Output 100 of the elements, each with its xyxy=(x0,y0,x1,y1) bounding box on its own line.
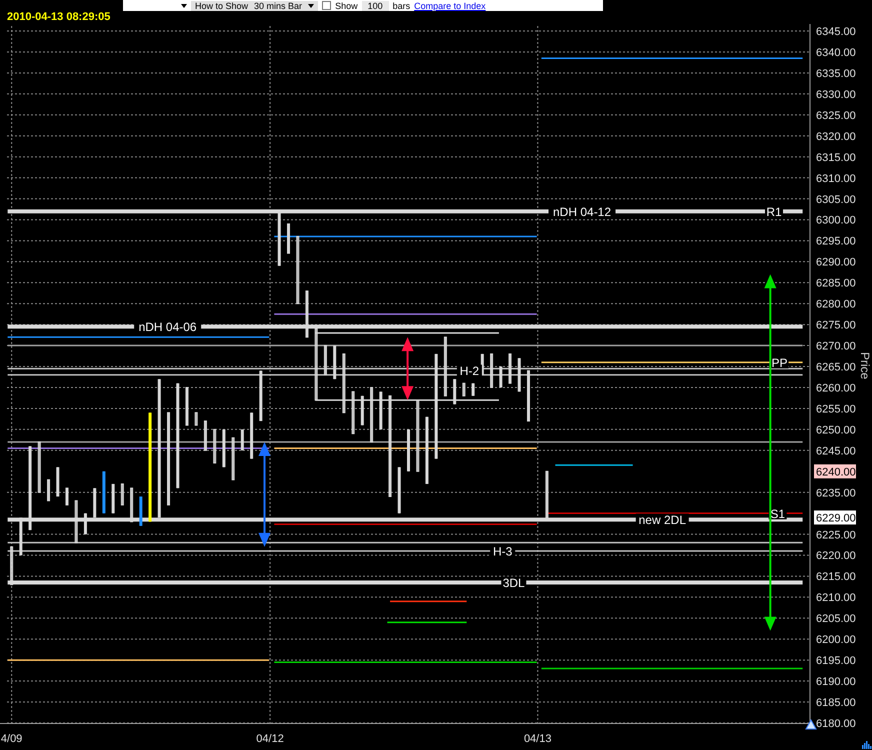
show-label: Show xyxy=(335,0,358,10)
price-axis-label: 6200.00 xyxy=(816,634,856,646)
axis-title: Price xyxy=(858,352,872,380)
price-bar xyxy=(305,290,308,338)
price-bar xyxy=(222,428,226,468)
level-label: PP xyxy=(772,356,788,370)
price-axis-label: 6335.00 xyxy=(816,68,856,80)
price-bar xyxy=(38,442,41,493)
bar-count-field[interactable]: 100 xyxy=(362,0,389,10)
price-bar xyxy=(10,546,14,586)
price-bar xyxy=(259,370,262,422)
price-axis-label: 6290.00 xyxy=(816,256,856,269)
price-axis-label: 6330.00 xyxy=(816,88,856,101)
level-label: S1 xyxy=(770,506,786,521)
price-bar xyxy=(545,470,548,518)
price-bar xyxy=(19,517,22,556)
price-axis-label: 6305.00 xyxy=(816,194,856,206)
price-axis-label: 6235.00 xyxy=(816,487,856,500)
price-bar xyxy=(66,488,68,506)
price-bar xyxy=(139,496,142,526)
price-bar xyxy=(398,466,401,514)
level-label: nDH 04-12 xyxy=(553,204,612,219)
price-bar xyxy=(130,488,134,522)
price-bar xyxy=(250,412,254,460)
compare-to-index-link[interactable]: Compare to Index xyxy=(414,0,486,10)
price-axis-label: 6320.00 xyxy=(816,130,856,143)
price-bar xyxy=(56,466,60,498)
price-axis-label: 6255.00 xyxy=(816,403,856,416)
price-axis-label: 6275.00 xyxy=(816,320,856,332)
price-axis-label: 6250.00 xyxy=(816,424,856,436)
price-bar xyxy=(278,210,281,266)
caret-icon[interactable] xyxy=(181,4,187,8)
interval-dropdown[interactable]: 30 mins Bar xyxy=(254,0,302,10)
price-axis-label: 6245.00 xyxy=(816,445,856,458)
price-bar xyxy=(93,488,96,518)
price-axis-label: 6265.00 xyxy=(816,362,856,374)
price-bar xyxy=(499,366,502,388)
price-bar xyxy=(453,378,456,405)
price-axis-label: 6185.00 xyxy=(816,697,856,710)
price-bar xyxy=(518,358,521,392)
price-marker: 6229.00 xyxy=(814,510,856,524)
price-bar xyxy=(360,395,364,426)
price-marker: 6240.00 xyxy=(814,464,856,478)
price-axis-label: 6325.00 xyxy=(816,110,856,122)
price-axis-label: 6315.00 xyxy=(816,152,856,164)
price-bar xyxy=(370,386,374,442)
price-bar xyxy=(527,370,530,422)
price-bar xyxy=(194,412,198,426)
level-label: new 2DL xyxy=(638,513,686,528)
price-bar xyxy=(213,428,216,464)
price-bar xyxy=(84,512,87,535)
level-label: H-3 xyxy=(492,544,512,559)
price-bar xyxy=(490,353,494,388)
price-axis-label: 6195.00 xyxy=(816,655,856,668)
price-bar xyxy=(102,470,106,514)
price-bar xyxy=(333,345,336,380)
price-axis-label: 6260.00 xyxy=(816,382,856,394)
price-axis-label: 6220.00 xyxy=(816,550,856,562)
price-bar xyxy=(379,391,382,430)
price-bar xyxy=(47,479,50,502)
date-axis-label: 04/13 xyxy=(524,733,552,745)
price-bar xyxy=(508,353,512,384)
price-bar xyxy=(232,437,235,480)
price-axis-label: 6340.00 xyxy=(816,46,856,59)
price-bar xyxy=(204,420,207,451)
date-axis-label: 04/12 xyxy=(256,733,284,745)
double-arrow xyxy=(402,337,414,400)
price-axis-label: 6180.00 xyxy=(816,718,856,730)
price-bar xyxy=(444,336,447,396)
price-axis-label: 6190.00 xyxy=(816,676,856,688)
price-bar xyxy=(472,382,475,396)
price-bar xyxy=(287,223,290,254)
show-checkbox[interactable] xyxy=(322,1,332,10)
price-axis-label: 6210.00 xyxy=(816,592,856,604)
level-label: 3DL xyxy=(502,576,525,590)
how-to-show-label: How to Show xyxy=(195,0,248,10)
scroll-bottom-icon[interactable] xyxy=(805,718,817,730)
price-bar xyxy=(425,416,428,484)
price-axis-label: 6205.00 xyxy=(816,613,856,626)
price-bar xyxy=(352,391,355,434)
price-axis-label: 6310.00 xyxy=(816,172,856,185)
price-axis-label: 6295.00 xyxy=(816,236,856,248)
price-bar xyxy=(185,386,188,426)
price-bar xyxy=(342,353,346,414)
price-axis-label: 6345.00 xyxy=(816,26,856,38)
bars-label: bars xyxy=(392,0,410,10)
price-bar xyxy=(407,428,410,472)
price-bar xyxy=(74,500,78,544)
price-axis-label: 6300.00 xyxy=(816,214,856,227)
caret-icon[interactable] xyxy=(308,4,314,8)
price-bar xyxy=(240,428,244,451)
price-axis-label: 6280.00 xyxy=(816,298,856,311)
price-bar xyxy=(324,345,327,376)
price-axis-label: 6215.00 xyxy=(816,571,856,584)
price-bar xyxy=(462,382,466,396)
level-label: H-2 xyxy=(460,364,480,378)
price-axis-label: 6225.00 xyxy=(816,529,856,542)
timestamp: 2010-04-13 08:29:05 xyxy=(6,11,112,23)
level-label: R1 xyxy=(766,204,782,219)
bar-chart-icon[interactable] xyxy=(862,741,872,749)
